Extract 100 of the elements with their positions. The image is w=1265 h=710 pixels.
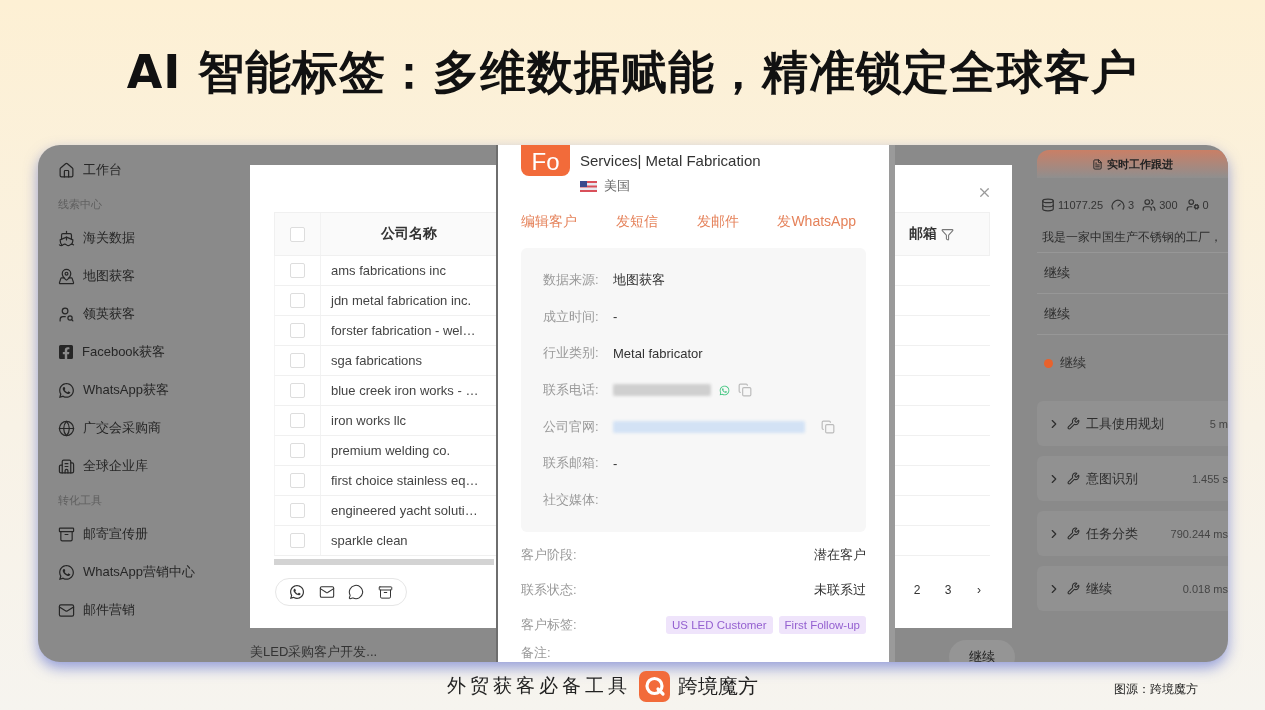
sidebar-item[interactable]: 工作台 (58, 151, 230, 189)
info-value: - (613, 455, 618, 471)
next-page-button[interactable]: › (972, 583, 986, 597)
mail-icon[interactable] (318, 584, 335, 600)
info-label: 数据来源: (543, 271, 600, 290)
field-label: 联系状态: (521, 580, 577, 599)
info-label: 联系邮箱: (543, 454, 600, 473)
table-cell: forster fabrication - wel… (331, 323, 476, 338)
reply-text: 继续 (1037, 294, 1228, 335)
checkbox[interactable] (290, 323, 305, 338)
action-link[interactable]: 编辑客户 (521, 213, 577, 231)
checkbox[interactable] (290, 263, 305, 278)
table-cell: first choice stainless eq… (331, 473, 479, 488)
column-header: 邮箱 (909, 225, 937, 243)
whatsapp-icon (58, 381, 75, 399)
sidebar-item[interactable]: WhatsApp营销中心 (58, 553, 230, 591)
sidebar-item[interactable]: 邮寄宣传册 (58, 515, 230, 553)
close-icon[interactable] (977, 185, 992, 200)
company-name: Services| Metal Fabrication (580, 152, 761, 169)
table-cell: blue creek iron works - … (331, 383, 479, 398)
action-link[interactable]: 发WhatsApp (777, 213, 856, 231)
company-avatar: Fo (521, 145, 570, 176)
page-button[interactable]: 2 (910, 583, 924, 597)
sidebar-item[interactable]: 海关数据 (58, 219, 230, 257)
facebook-icon (58, 344, 74, 360)
sidebar-item[interactable]: WhatsApp获客 (58, 371, 230, 409)
action-link[interactable]: 发短信 (615, 213, 658, 231)
tool-icon (1067, 472, 1080, 485)
sidebar-item[interactable]: Facebook获客 (58, 333, 230, 371)
building-icon (58, 457, 75, 475)
panel-title: 实时工作跟进 (1107, 156, 1173, 172)
action-link[interactable]: 发邮件 (696, 213, 739, 231)
sidebar-item[interactable]: 地图获客 (58, 257, 230, 295)
page-button[interactable]: 3 (941, 583, 955, 597)
checkbox[interactable] (290, 383, 305, 398)
globe-icon (58, 419, 75, 437)
database-icon (1041, 198, 1055, 212)
info-label: 公司官网: (543, 417, 600, 436)
info-label: 成立时间: (543, 307, 600, 326)
mail-icon (58, 601, 75, 619)
info-value: - (613, 309, 618, 325)
sidebar-item[interactable]: 领英获客 (58, 295, 230, 333)
sidebar-item[interactable]: 广交会采购商 (58, 409, 230, 447)
country-name: 美国 (604, 177, 630, 195)
step-row[interactable]: 继续 0.018 ms (1037, 566, 1228, 611)
field-label: 备注: (521, 644, 552, 662)
archive-icon[interactable] (378, 584, 394, 600)
continue-button[interactable]: 继续 (949, 640, 1015, 662)
scrollbar[interactable] (274, 559, 494, 565)
info-value: Metal fabricator (613, 346, 703, 361)
filter-icon[interactable] (941, 227, 954, 241)
step-row[interactable]: 任务分类 790.244 ms (1037, 511, 1228, 556)
copy-icon[interactable] (738, 383, 752, 398)
checkbox[interactable] (290, 226, 305, 242)
checkbox[interactable] (290, 293, 305, 308)
home-icon (58, 161, 75, 179)
customer-tag: First Follow-up (778, 615, 866, 634)
users-icon (1142, 198, 1157, 212)
user-search-icon (58, 305, 75, 323)
column-header: 公司名称 (380, 225, 437, 243)
slogan: 外贸获客必备工具 (447, 674, 631, 698)
brand-name: 跨境魔方 (678, 673, 758, 699)
stat-value: 300 (1159, 199, 1178, 211)
logo-icon (639, 670, 670, 702)
prompt-text: 我是一家中国生产不锈钢的工厂， (1037, 222, 1228, 253)
checkbox[interactable] (290, 533, 305, 548)
tool-icon (1067, 582, 1080, 595)
reply-text: 继续 (1037, 253, 1228, 294)
customer-tag: US LED Customer (666, 615, 773, 634)
field-label: 客户标签: (521, 615, 577, 634)
gauge-icon (1111, 198, 1126, 212)
table-cell: engineered yacht soluti… (331, 503, 478, 518)
user-icon (1185, 198, 1200, 212)
info-label: 联系电话: (543, 381, 600, 400)
sidebar-item[interactable]: 邮件营销 (58, 591, 230, 629)
status-label: 继续 (1060, 354, 1086, 372)
info-label: 行业类别: (543, 344, 600, 363)
field-value: 潜在客户 (814, 546, 866, 565)
slide-title: AI 智能标签：多维数据赋能，精准锁定全球客户 (126, 43, 1139, 101)
table-cell: jdn metal fabrication inc. (331, 293, 472, 308)
table-cell: premium welding co. (331, 443, 451, 458)
archive-icon (58, 525, 75, 543)
table-cell: sga fabrications (331, 353, 423, 368)
whatsapp-icon[interactable] (288, 584, 305, 600)
chat-icon[interactable] (348, 584, 365, 600)
checkbox[interactable] (290, 443, 305, 458)
stat-value: 11077.25 (1058, 199, 1104, 211)
copy-icon[interactable] (821, 419, 835, 434)
info-value: 地图获客 (613, 271, 665, 290)
checkbox[interactable] (290, 473, 305, 488)
field-label: 客户阶段: (521, 546, 577, 565)
tool-icon (1067, 417, 1080, 430)
checkbox[interactable] (290, 353, 305, 368)
table-cell: ams fabrications inc (331, 263, 446, 278)
whatsapp-icon (58, 563, 75, 581)
checkbox[interactable] (290, 503, 305, 518)
checkbox[interactable] (290, 413, 305, 428)
sidebar-item[interactable]: 全球企业库 (58, 447, 230, 485)
step-row[interactable]: 意图识别 1.455 s (1037, 456, 1228, 501)
step-row[interactable]: 工具使用规划 5 m (1037, 401, 1228, 446)
